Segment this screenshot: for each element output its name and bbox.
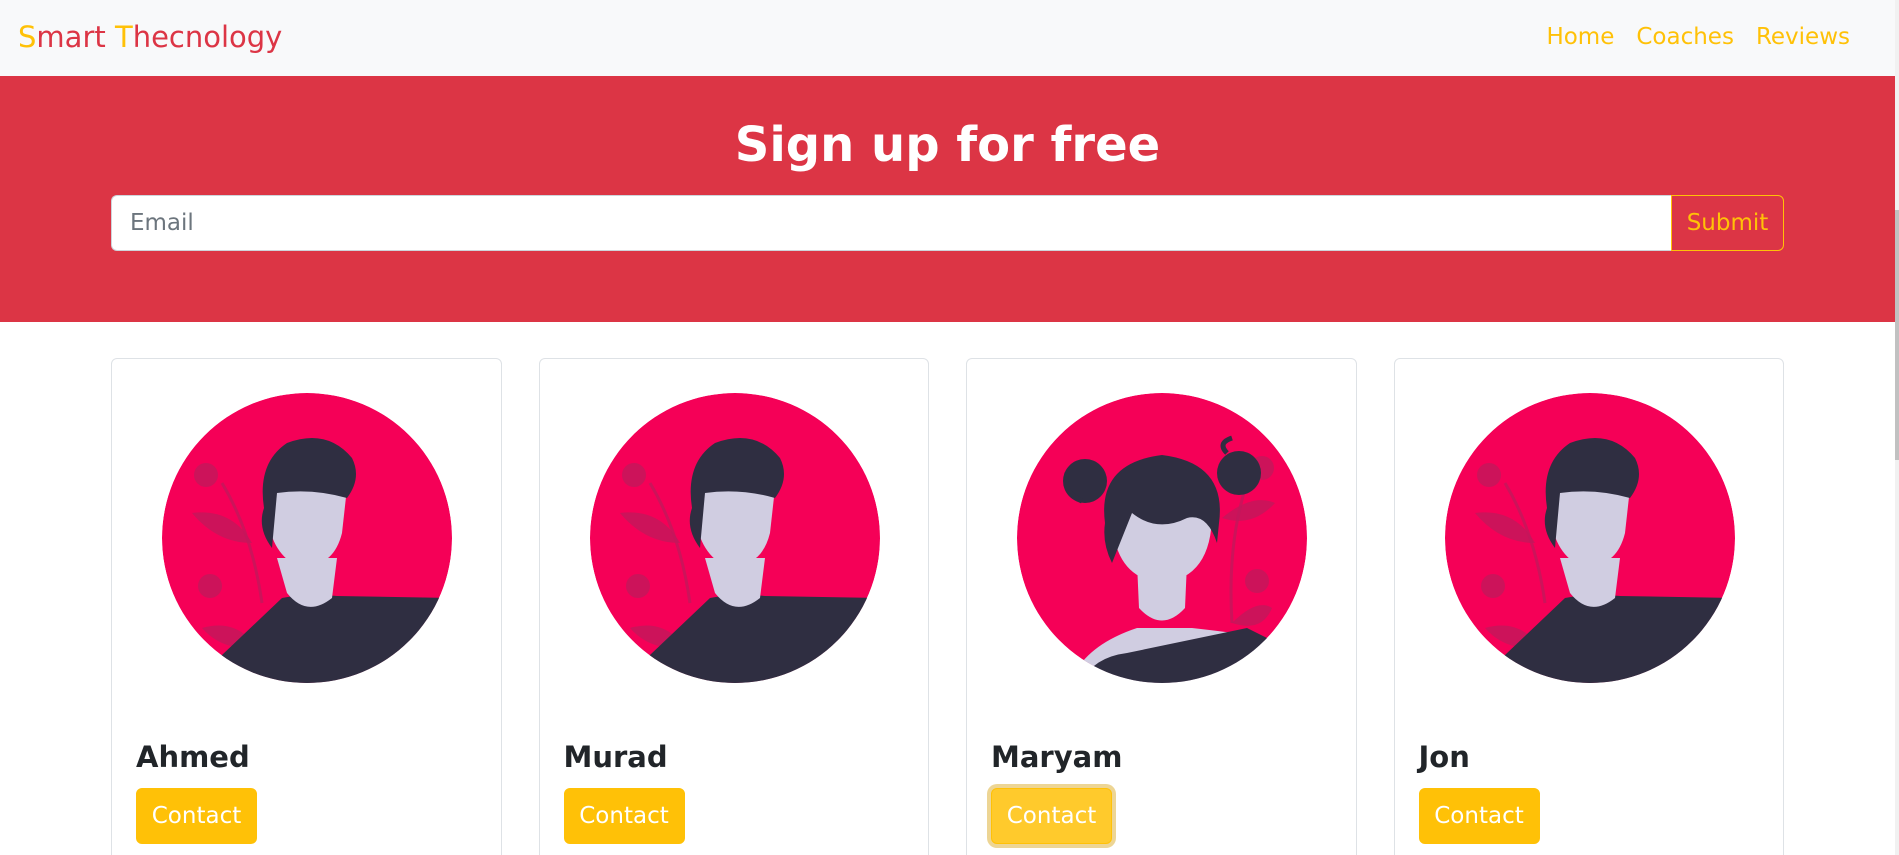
nav-links: Home Coaches Reviews xyxy=(1535,21,1861,53)
brand-letter-t: T xyxy=(114,20,133,54)
coach-name: Jon xyxy=(1418,740,1470,774)
coach-card: Ahmed Contact xyxy=(111,358,502,855)
page-viewport: Smart Thecnology Home Coaches Reviews Si… xyxy=(0,0,1895,855)
coach-name: Maryam xyxy=(991,740,1123,774)
female-avatar-icon xyxy=(1017,393,1307,683)
brand-text-mart: mart xyxy=(36,20,115,54)
submit-button[interactable]: Submit xyxy=(1671,195,1784,251)
male-avatar-icon xyxy=(1444,393,1735,683)
navbar: Smart Thecnology Home Coaches Reviews xyxy=(0,0,1895,76)
signup-form: Submit xyxy=(111,195,1784,251)
contact-button[interactable]: Contact xyxy=(136,788,257,844)
coach-name: Murad xyxy=(563,740,668,774)
signup-hero: Sign up for free Submit xyxy=(0,76,1895,322)
scrollbar-thumb[interactable] xyxy=(1895,210,1899,460)
coach-card: Maryam Contact xyxy=(966,358,1357,855)
contact-button[interactable]: Contact xyxy=(991,788,1112,844)
coach-name: Ahmed xyxy=(136,740,250,774)
coach-card: Murad Contact xyxy=(538,358,929,855)
nav-link-home[interactable]: Home xyxy=(1535,21,1625,53)
coach-cards: Ahmed Contact Murad Contact Maryam Conta… xyxy=(111,358,1784,855)
brand-logo[interactable]: Smart Thecnology xyxy=(18,19,282,55)
contact-button[interactable]: Contact xyxy=(1418,788,1540,844)
male-avatar-icon xyxy=(589,393,880,683)
email-input[interactable] xyxy=(111,195,1671,251)
male-avatar-icon xyxy=(162,393,452,683)
brand-text-hecnology: hecnology xyxy=(132,20,283,54)
coach-card: Jon Contact xyxy=(1393,358,1784,855)
nav-link-reviews[interactable]: Reviews xyxy=(1745,21,1861,53)
brand-letter-s: S xyxy=(18,20,37,54)
contact-button[interactable]: Contact xyxy=(563,788,685,844)
hero-title: Sign up for free xyxy=(734,117,1161,173)
page-scrollbar[interactable] xyxy=(1895,0,1899,855)
nav-link-coaches[interactable]: Coaches xyxy=(1625,21,1745,53)
